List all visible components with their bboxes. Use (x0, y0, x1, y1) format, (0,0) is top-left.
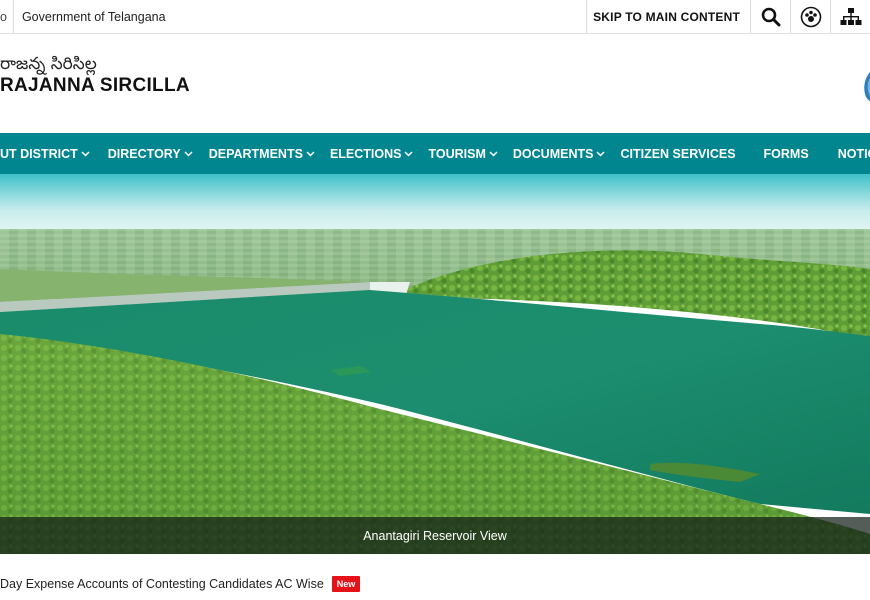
news-ticker-item[interactable]: Day Expense Accounts of Contesting Candi… (0, 575, 361, 593)
nav-item-label: FORMS (763, 146, 809, 161)
emblem-logo (863, 72, 870, 102)
nav-item-tourism[interactable]: TOURISM (428, 133, 498, 174)
nav-item-elections[interactable]: ELECTIONS (330, 133, 414, 174)
nav-item-forms[interactable]: FORMS (764, 133, 809, 174)
government-link[interactable]: Government of Telangana (22, 10, 166, 24)
nav-item-departments[interactable]: DEPARTMENTS (209, 133, 315, 174)
gov-links: o Government of Telangana (0, 0, 166, 33)
news-link[interactable]: Day Expense Accounts of Contesting Candi… (0, 577, 324, 591)
accessibility-button[interactable] (790, 0, 830, 33)
nav-item-documents[interactable]: DOCUMENTS (513, 133, 606, 174)
skip-to-main-content-link[interactable]: SKIP TO MAIN CONTENT (586, 0, 750, 33)
nav-item-label: UT DISTRICT (0, 146, 78, 161)
nav-item-label: NOTICES (837, 146, 870, 161)
nav-item-label: DIRECTORY (107, 146, 181, 161)
nav-item-label: DEPARTMENTS (208, 146, 303, 161)
site-header: రాజన్న సిరిసిల్ల RAJANNA SIRCILLA (0, 34, 870, 133)
top-right-tools: SKIP TO MAIN CONTENT (586, 0, 870, 33)
district-name[interactable]: RAJANNA SIRCILLA (0, 75, 190, 97)
chevron-down-icon (81, 150, 90, 157)
search-icon (761, 7, 780, 26)
chevron-down-icon (404, 150, 414, 157)
chevron-down-icon (489, 150, 498, 157)
chevron-down-icon (306, 150, 315, 157)
search-button[interactable] (750, 0, 790, 33)
chevron-down-icon (184, 150, 193, 157)
main-navigation: UT DISTRICT DIRECTORY DEPARTMENTS ELECTI… (0, 133, 870, 174)
accessibility-icon (800, 6, 821, 27)
divider (12, 0, 14, 33)
nav-item-label: ELECTIONS (329, 146, 402, 161)
chevron-down-icon (596, 150, 605, 157)
nav-item-label: DOCUMENTS (512, 146, 594, 161)
nav-item-label: TOURISM (428, 146, 486, 161)
nav-item-label: CITIZEN SERVICES (620, 146, 736, 161)
top-link-stub[interactable]: o (0, 10, 13, 24)
sitemap-icon (840, 7, 861, 25)
slide-caption: Anantagiri Reservoir View (0, 517, 870, 554)
reservoir-landscape-image (0, 174, 870, 554)
nav-item-citizen-services[interactable]: CITIZEN SERVICES (620, 133, 735, 174)
nav-item-directory[interactable]: DIRECTORY (108, 133, 193, 174)
hero-slider-image[interactable] (0, 174, 870, 554)
nav-item-notices[interactable]: NOTICES (838, 133, 870, 174)
top-bar: o Government of Telangana SKIP TO MAIN C… (0, 0, 870, 34)
nav-item-about-district[interactable]: UT DISTRICT (0, 133, 90, 174)
sitemap-button[interactable] (830, 0, 870, 33)
new-badge: New (331, 576, 361, 592)
